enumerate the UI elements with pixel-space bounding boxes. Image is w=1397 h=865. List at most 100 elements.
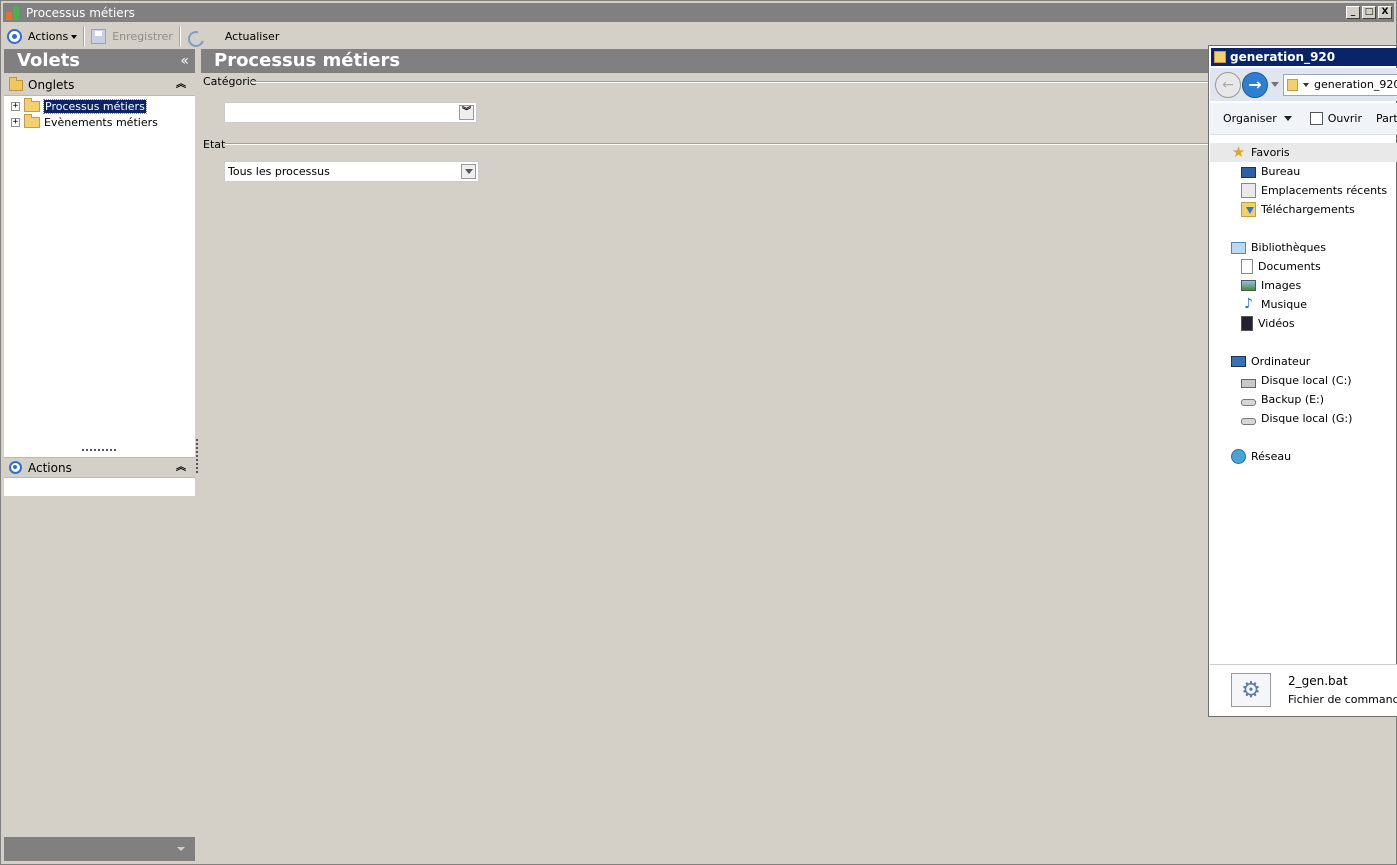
- system-drive-icon: [1241, 378, 1256, 388]
- images-icon: [1241, 280, 1256, 291]
- chevron-down-icon: [71, 34, 78, 39]
- resize-grip[interactable]: [82, 449, 116, 453]
- nav-item-label: Images: [1261, 279, 1302, 292]
- hard-drive-icon: [1241, 399, 1256, 406]
- close-button[interactable]: X: [1378, 6, 1392, 19]
- etat-select[interactable]: Tous les processus: [224, 161, 479, 182]
- explorer-title: generation_920: [1230, 50, 1336, 64]
- batch-file-gear-icon: ⚙: [1231, 673, 1271, 707]
- forward-button[interactable]: →: [1242, 71, 1268, 98]
- folder-open-icon: [24, 97, 40, 112]
- left-pane: Volets « Onglets ︽ + Processus métiers +…: [4, 49, 195, 862]
- collapse-pane-icon[interactable]: «: [180, 49, 189, 73]
- expand-icon[interactable]: +: [11, 101, 20, 111]
- save-button[interactable]: Enregistrer: [87, 26, 177, 47]
- nav-item-videos[interactable]: Vidéos: [1241, 314, 1295, 333]
- folder-icon: [1214, 51, 1226, 63]
- onglets-section-header[interactable]: Onglets ︽: [4, 75, 195, 96]
- recent-pages-dropdown[interactable]: [1271, 82, 1279, 87]
- explorer-command-bar: Organiser Ouvrir Partager: [1210, 103, 1397, 135]
- nav-item-downloads[interactable]: Téléchargements: [1241, 200, 1355, 219]
- nav-item-label: Emplacements récents: [1261, 184, 1388, 197]
- nav-item-backup-e[interactable]: Backup (E:): [1241, 390, 1324, 409]
- nav-item-network[interactable]: Réseau: [1231, 447, 1291, 466]
- actions-menu-button[interactable]: Actions: [3, 26, 81, 47]
- toolbar: Actions Enregistrer Actualiser: [3, 25, 1396, 48]
- double-chevron-down-icon: ︾: [461, 107, 471, 117]
- refresh-button[interactable]: Actualiser: [183, 26, 284, 47]
- dropdown-button[interactable]: ︾: [459, 105, 474, 120]
- page-title: Processus métiers: [201, 49, 1211, 73]
- pane-bottom-bar: [4, 837, 195, 861]
- categorie-select[interactable]: ︾: [224, 102, 477, 123]
- nav-item-recent[interactable]: Emplacements récents: [1241, 181, 1387, 200]
- breadcrumb-separator-icon[interactable]: [1303, 82, 1309, 87]
- refresh-label: Actualiser: [224, 30, 280, 43]
- nav-item-images[interactable]: Images: [1241, 276, 1301, 295]
- desktop-icon: [1241, 166, 1256, 178]
- nav-item-desktop[interactable]: Bureau: [1241, 162, 1300, 181]
- explorer-navigation-pane: ★ Favoris Bureau Emplacements récents Té…: [1210, 142, 1397, 662]
- open-button[interactable]: Ouvrir: [1292, 112, 1362, 125]
- details-filetype: Fichier de commande Windows: [1288, 693, 1397, 706]
- nav-item-label: Bibliothèques: [1251, 241, 1326, 254]
- open-icon: [1309, 112, 1323, 125]
- nav-item-documents[interactable]: Documents: [1241, 257, 1321, 276]
- network-icon: [1231, 449, 1246, 464]
- tree-item-label: Evènements métiers: [44, 115, 158, 129]
- refresh-icon: [187, 29, 203, 45]
- volets-header: Volets «: [4, 49, 195, 73]
- nav-item-label: Disque local (G:): [1261, 412, 1353, 425]
- tree-item-evenements-metiers[interactable]: + Evènements métiers: [11, 113, 158, 130]
- nav-item-label: Musique: [1261, 298, 1307, 311]
- explorer-title-bar: generation_920: [1211, 48, 1397, 66]
- group-divider: [225, 143, 1211, 145]
- nav-item-music[interactable]: ♪ Musique: [1241, 295, 1307, 314]
- minimize-button[interactable]: _: [1346, 6, 1360, 19]
- categorie-label: Catégorie: [203, 75, 257, 88]
- computer-icon: [1231, 356, 1246, 367]
- actions-circle-icon: [7, 29, 22, 44]
- hard-drive-icon: [1241, 418, 1256, 425]
- address-bar[interactable]: generation_920: [1283, 73, 1397, 96]
- nav-item-label: Bureau: [1261, 165, 1301, 178]
- nav-item-favorites[interactable]: ★ Favoris: [1210, 143, 1397, 162]
- dropdown-button[interactable]: [461, 164, 476, 179]
- back-button[interactable]: ←: [1215, 71, 1241, 98]
- title-bar: Processus métiers _ □ X: [3, 3, 1394, 22]
- nav-item-computer[interactable]: Ordinateur: [1231, 352, 1310, 371]
- folder-icon: [9, 76, 23, 91]
- downloads-icon: [1241, 202, 1256, 217]
- main-window: Processus métiers _ □ X Actions Enregist…: [0, 0, 1397, 865]
- details-filename: 2_gen.bat: [1288, 674, 1348, 688]
- organize-label: Organiser: [1223, 112, 1277, 125]
- actions-menu-label: Actions: [28, 30, 69, 43]
- collapse-section-icon[interactable]: ︽: [176, 80, 186, 90]
- share-button[interactable]: Partager: [1362, 112, 1397, 125]
- nav-item-label: Backup (E:): [1261, 393, 1325, 406]
- maximize-button[interactable]: □: [1362, 6, 1376, 19]
- share-label: Partager: [1376, 112, 1397, 125]
- nav-item-libraries[interactable]: Bibliothèques: [1231, 238, 1326, 257]
- nav-item-disk-c[interactable]: Disque local (C:): [1241, 371, 1352, 390]
- volets-title: Volets: [17, 50, 81, 71]
- chevron-down-icon[interactable]: [177, 847, 185, 851]
- pane-splitter[interactable]: [196, 439, 198, 473]
- nav-item-disk-g[interactable]: Disque local (G:): [1241, 409, 1352, 428]
- actions-section-header[interactable]: Actions ︽: [4, 457, 195, 478]
- save-icon: [91, 29, 107, 44]
- folder-icon: [24, 113, 40, 128]
- save-label: Enregistrer: [112, 30, 173, 43]
- music-icon: ♪: [1244, 296, 1253, 312]
- explorer-window: generation_920 ← → generation_920 Organi…: [1208, 45, 1397, 717]
- address-text: generation_920: [1314, 78, 1397, 91]
- expand-icon[interactable]: +: [11, 117, 20, 127]
- organize-button[interactable]: Organiser: [1210, 112, 1292, 125]
- nav-item-label: Vidéos: [1258, 317, 1295, 330]
- toolbar-separator: [83, 27, 86, 46]
- open-label: Ouvrir: [1327, 112, 1363, 125]
- nav-item-label: Disque local (C:): [1261, 374, 1352, 387]
- collapse-section-icon[interactable]: ︽: [176, 462, 186, 472]
- tree-item-processus-metiers[interactable]: + Processus métiers: [11, 97, 147, 114]
- window-title: Processus métiers: [26, 5, 135, 20]
